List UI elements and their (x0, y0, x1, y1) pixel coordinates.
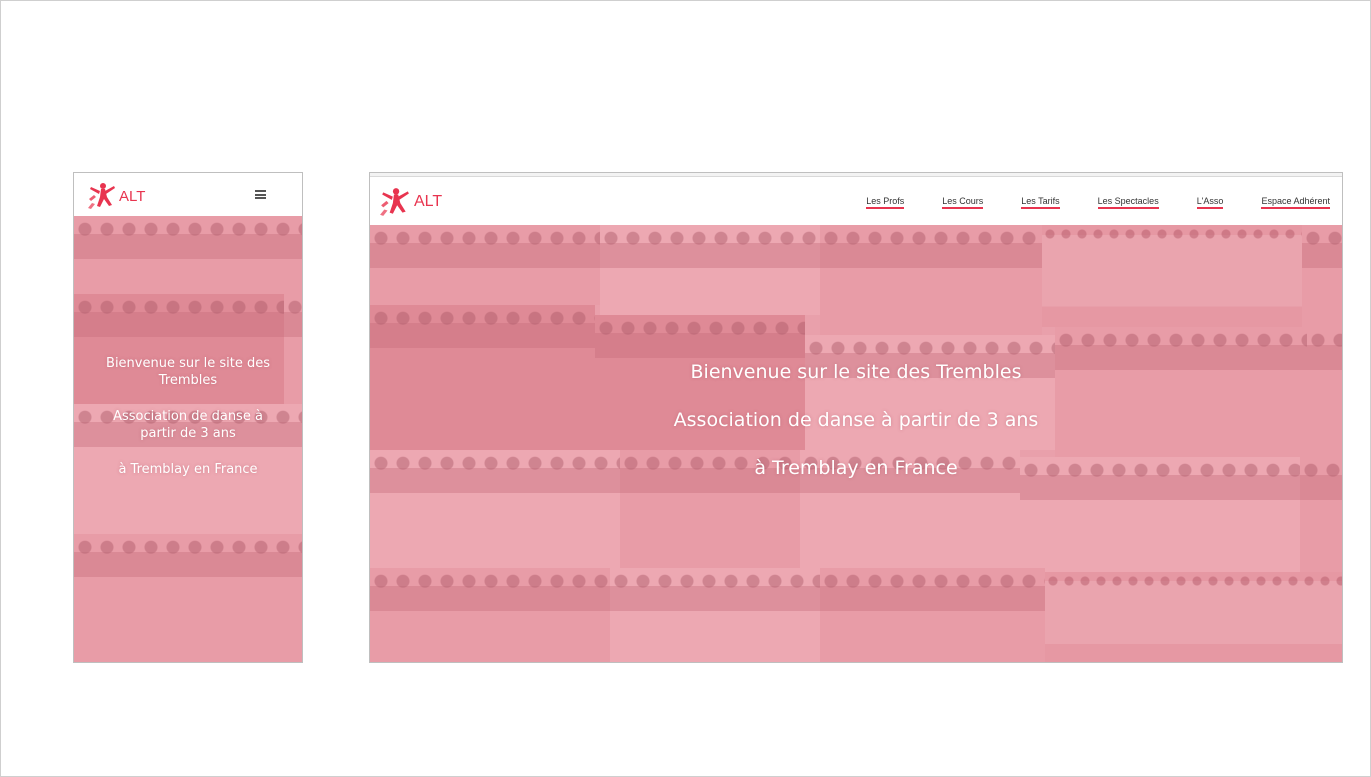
nav-link-les-profs[interactable]: Les Profs (866, 196, 905, 209)
hero-welcome-text: Bienvenue sur le site des Trembles (106, 356, 270, 388)
desktop-logo[interactable]: ALT (380, 186, 442, 218)
desktop-header: ALT Les Profs Les Cours Les Tarifs Les S… (370, 177, 1342, 225)
mobile-preview: ALT Bienvenue sur le site des Trembles A… (73, 172, 303, 663)
hero-tint-overlay (370, 225, 1342, 662)
hero-location-text: à Tremblay en France (118, 462, 258, 477)
nav-link-l-asso[interactable]: L'Asso (1196, 196, 1224, 209)
main-navigation: Les Profs Les Cours Les Tarifs Les Spect… (828, 196, 1330, 209)
mobile-logo[interactable]: ALT (88, 181, 145, 211)
desktop-preview: ALT Les Profs Les Cours Les Tarifs Les S… (369, 172, 1343, 663)
nav-link-espace-adherent[interactable]: Espace Adhérent (1261, 196, 1330, 209)
desktop-hero: Bienvenue sur le site des Trembles Assoc… (370, 225, 1342, 662)
mobile-header: ALT (74, 173, 302, 216)
hero-location-text: à Tremblay en France (754, 457, 958, 479)
mobile-hero: Bienvenue sur le site des Trembles Assoc… (74, 216, 302, 662)
hamburger-menu-icon[interactable] (255, 190, 266, 199)
hero-association-text: Association de danse à partir de 3 ans (113, 409, 263, 441)
dancer-logo-icon (380, 188, 409, 216)
hero-association-text: Association de danse à partir de 3 ans (673, 409, 1039, 431)
nav-link-les-cours[interactable]: Les Cours (942, 196, 984, 209)
hero-welcome-text: Bienvenue sur le site des Trembles (690, 361, 1022, 383)
logo-text: ALT (119, 187, 146, 205)
logo-text: ALT (414, 193, 443, 210)
nav-link-les-spectacles[interactable]: Les Spectacles (1097, 196, 1159, 209)
nav-link-les-tarifs[interactable]: Les Tarifs (1021, 196, 1060, 209)
dancer-logo-icon (88, 183, 115, 209)
